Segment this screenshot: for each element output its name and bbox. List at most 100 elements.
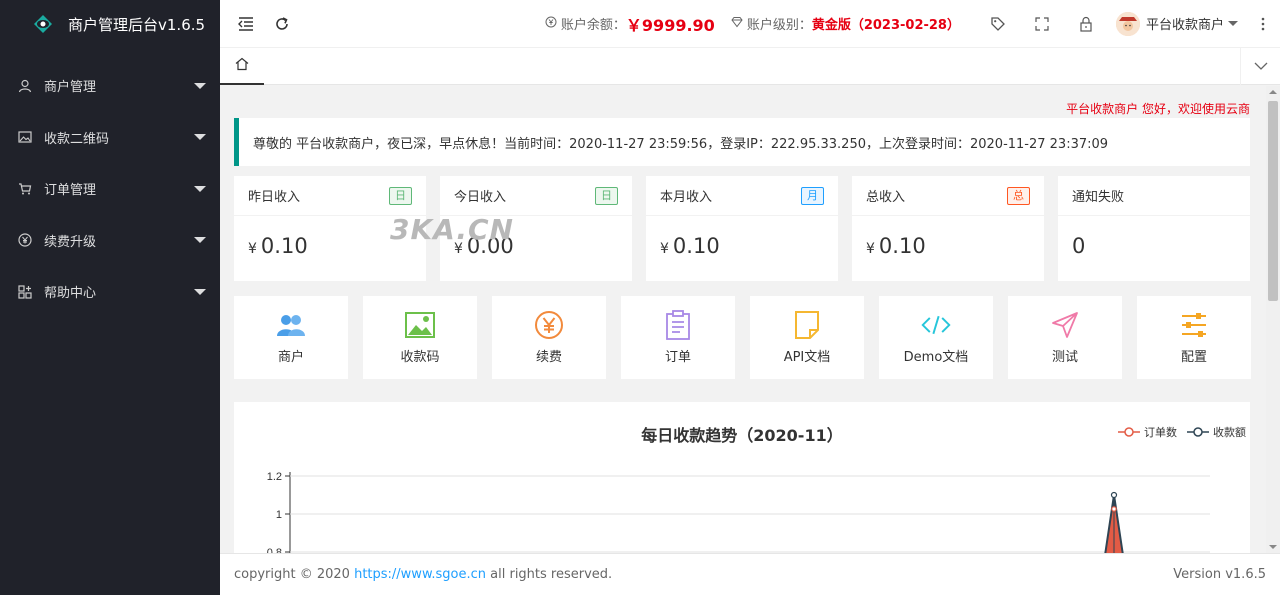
tab-home[interactable] xyxy=(220,48,264,85)
home-icon xyxy=(235,57,249,75)
shortcut-qrcode[interactable]: 收款码 xyxy=(363,296,477,379)
stat-badge: 总 xyxy=(1007,186,1030,205)
level-value: 黄金版（2023-02-28） xyxy=(811,18,960,33)
stat-value: 0.10 xyxy=(878,234,926,258)
more-vertical-icon[interactable] xyxy=(1246,0,1280,48)
copyright-prefix: copyright © 2020 xyxy=(234,567,355,582)
diamond-icon xyxy=(731,16,743,32)
stat-card-month: 本月收入 月 ¥0.10 xyxy=(646,176,838,281)
currency-symbol: ¥ xyxy=(866,241,875,257)
sliders-icon xyxy=(1179,310,1209,340)
stat-value: 0 xyxy=(1072,234,1086,258)
welcome-notice: 尊敬的 平台收款商户，夜已深，早点休息！当前时间：2020-11-27 23:5… xyxy=(234,118,1250,166)
yen-circle-icon xyxy=(18,233,32,247)
caret-down-icon xyxy=(1228,21,1238,26)
stat-value: 0.10 xyxy=(260,234,308,258)
sidebar-item-renew[interactable]: 续费升级 xyxy=(0,215,220,267)
caret-down-icon xyxy=(194,134,206,141)
chevron-down-icon xyxy=(1254,59,1268,74)
shortcut-renew[interactable]: 续费 xyxy=(492,296,606,379)
shortcut-label: 商户 xyxy=(277,350,304,365)
y-tick-label: 1.2 xyxy=(267,471,282,483)
note-icon xyxy=(792,310,822,340)
footer: copyright © 2020 https://www.sgoe.cn all… xyxy=(220,553,1280,595)
sidebar-item-label: 订单管理 xyxy=(44,183,97,199)
copyright-suffix: all rights reserved. xyxy=(486,567,613,582)
app-title: 商户管理后台v1.6.5 xyxy=(68,15,206,34)
caret-down-icon xyxy=(194,288,206,295)
scroll-down-icon[interactable] xyxy=(1269,545,1277,549)
sidebar-item-label: 收款二维码 xyxy=(44,131,110,147)
sidebar-item-qrcode[interactable]: 收款二维码 xyxy=(0,112,220,164)
picture-icon xyxy=(405,310,435,340)
apps-icon xyxy=(18,285,32,299)
shortcut-merchant[interactable]: 商户 xyxy=(234,296,348,379)
account-level: 账户级别： 黄金版（2023-02-28） xyxy=(731,14,960,33)
scroll-thumb[interactable] xyxy=(1268,101,1278,301)
sidebar-item-label: 帮助中心 xyxy=(44,286,97,302)
copyright: copyright © 2020 https://www.sgoe.cn all… xyxy=(234,567,612,582)
site-link[interactable]: https://www.sgoe.cn xyxy=(354,567,486,582)
sidebar-item-label: 商户管理 xyxy=(44,80,97,96)
users-icon xyxy=(276,310,306,340)
sidebar: 商户管理后台v1.6.5 商户管理 收款二维码 订单管理 续费升级 帮助中心 xyxy=(0,0,220,595)
cart-icon xyxy=(18,182,32,196)
top-header: 账户余额： ￥9999.90 账户级别： 黄金版（2023-02-28） 平台收… xyxy=(220,0,1280,48)
shortcut-label: 续费 xyxy=(535,350,562,365)
scroll-up-icon[interactable] xyxy=(1269,90,1277,94)
vertical-scrollbar[interactable] xyxy=(1266,86,1280,553)
yen-icon xyxy=(534,310,564,340)
eye-logo-icon xyxy=(32,13,54,35)
sidebar-item-help[interactable]: 帮助中心 xyxy=(0,266,220,318)
welcome-marquee: 平台收款商户 您好，欢迎使用云商 xyxy=(1066,102,1250,116)
shortcut-label: 收款码 xyxy=(400,350,440,365)
shortcut-demo-docs[interactable]: Demo文档 xyxy=(879,296,993,379)
caret-down-icon xyxy=(194,185,206,192)
shortcut-label: 测试 xyxy=(1051,350,1078,365)
series-orders-point xyxy=(1111,506,1117,512)
shortcut-config[interactable]: 配置 xyxy=(1137,296,1251,379)
stat-value: 0.10 xyxy=(672,234,720,258)
refresh-icon[interactable] xyxy=(264,0,300,48)
user-name: 平台收款商户 xyxy=(1145,18,1224,33)
stat-card-total: 总收入 总 ¥0.10 xyxy=(852,176,1044,281)
stat-label: 本月收入 xyxy=(660,190,713,205)
sidebar-item-label: 续费升级 xyxy=(44,234,97,250)
brand[interactable]: 商户管理后台v1.6.5 xyxy=(0,0,220,48)
shortcut-label: Demo文档 xyxy=(903,350,969,365)
collapse-menu-icon[interactable] xyxy=(228,0,264,48)
shortcut-orders[interactable]: 订单 xyxy=(621,296,735,379)
trend-chart: 1.210.8 xyxy=(267,471,1210,553)
fullscreen-icon[interactable] xyxy=(1020,0,1064,48)
code-icon xyxy=(921,310,951,340)
sidebar-nav: 商户管理 收款二维码 订单管理 续费升级 帮助中心 xyxy=(0,60,220,318)
stat-label: 通知失败 xyxy=(1072,190,1125,205)
stat-label: 昨日收入 xyxy=(248,190,301,205)
balance-value: ￥9999.90 xyxy=(625,15,715,35)
image-icon xyxy=(18,130,32,144)
tab-bar xyxy=(220,48,1280,85)
stat-card-notify-failed: 通知失败 0 xyxy=(1058,176,1250,281)
tag-icon[interactable] xyxy=(976,0,1020,48)
shortcut-api-docs[interactable]: API文档 xyxy=(750,296,864,379)
send-icon xyxy=(1050,310,1080,340)
balance-label: 账户余额： xyxy=(560,18,626,33)
sidebar-item-merchant[interactable]: 商户管理 xyxy=(0,60,220,112)
stat-label: 总收入 xyxy=(866,190,906,205)
shortcut-test[interactable]: 测试 xyxy=(1008,296,1122,379)
level-label: 账户级别： xyxy=(746,18,812,33)
sidebar-item-orders[interactable]: 订单管理 xyxy=(0,163,220,215)
trend-chart-card: 每日收款趋势（2020-11） 订单数 收款额 1.210.8 xyxy=(234,402,1250,553)
clipboard-icon xyxy=(663,310,693,340)
stat-label: 今日收入 xyxy=(454,190,507,205)
user-menu[interactable]: 平台收款商户 xyxy=(1108,0,1246,48)
shortcut-label: API文档 xyxy=(783,350,831,365)
tab-dropdown-button[interactable] xyxy=(1240,48,1280,85)
series-amount-point xyxy=(1110,491,1118,499)
account-balance: 账户余额： ￥9999.90 xyxy=(545,12,715,36)
shortcut-label: 配置 xyxy=(1180,350,1207,365)
caret-down-icon xyxy=(194,237,206,244)
y-tick-label: 1 xyxy=(276,509,282,521)
lock-icon[interactable] xyxy=(1064,0,1108,48)
user-icon xyxy=(18,79,32,93)
